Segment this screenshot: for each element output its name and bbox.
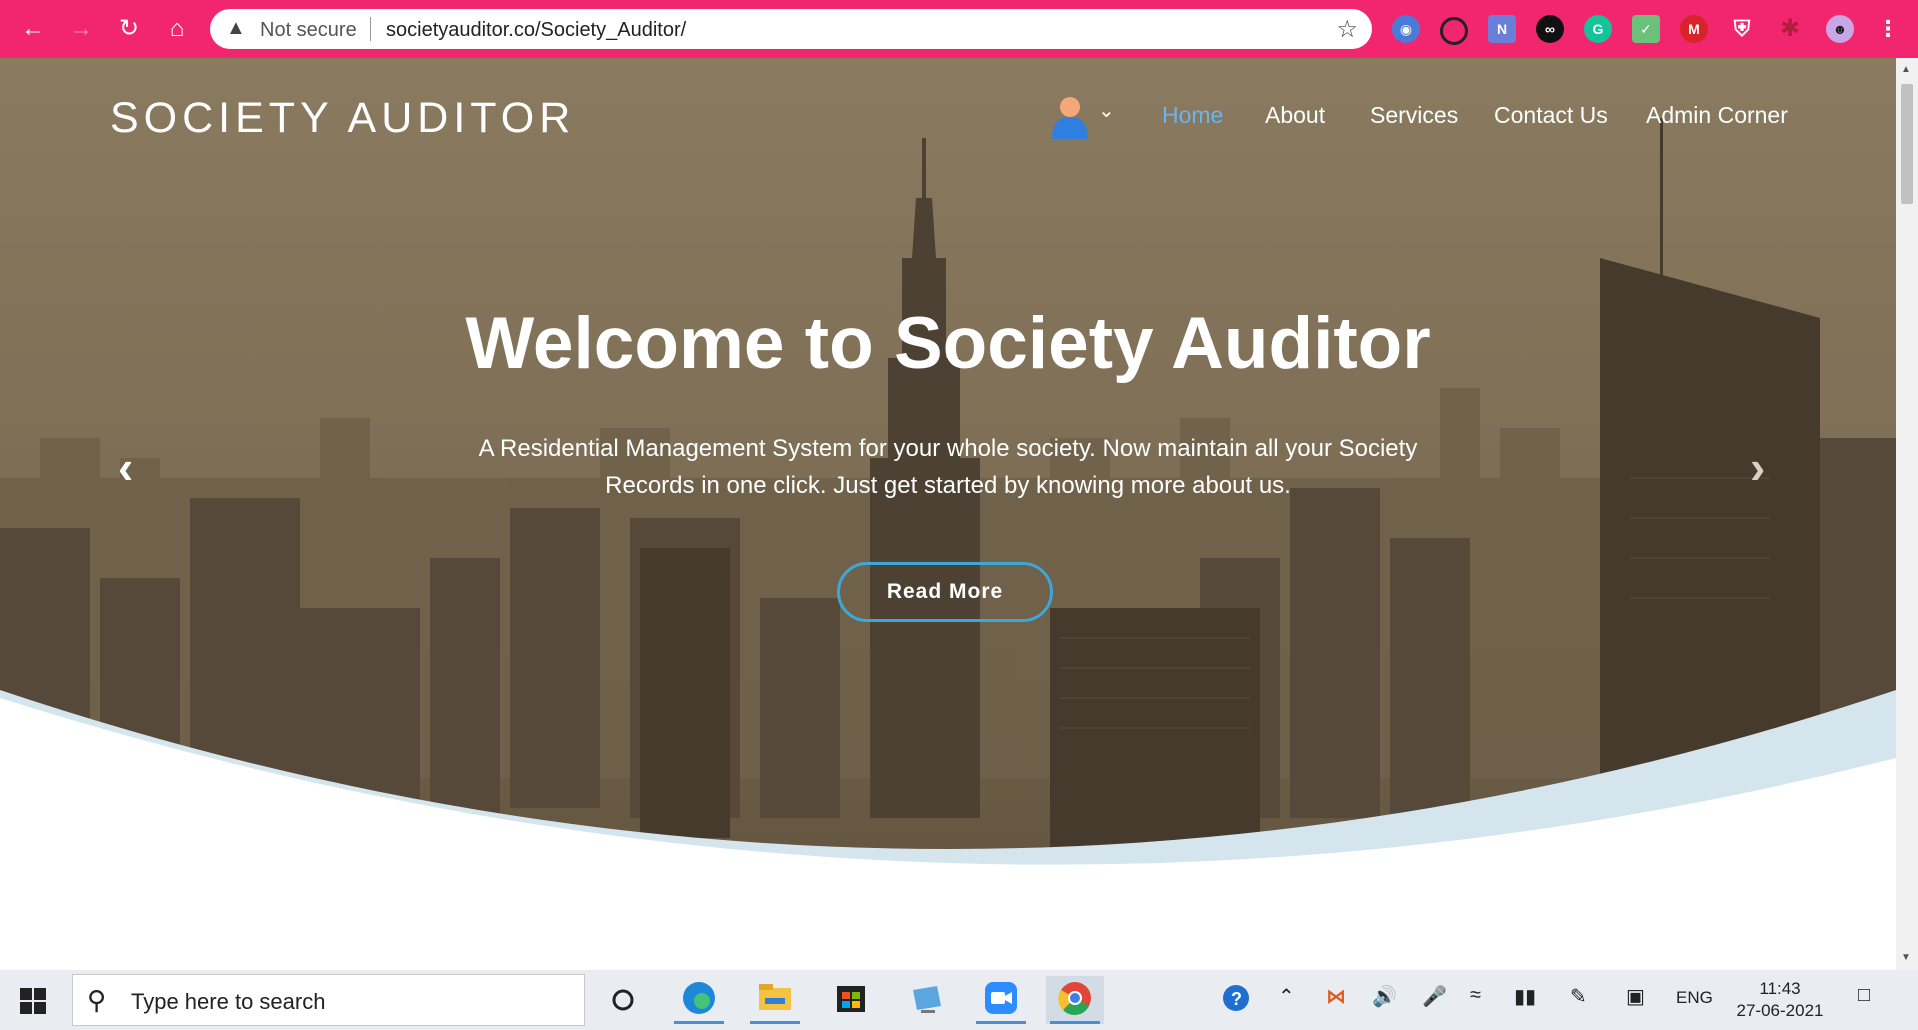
running-indicator (976, 1021, 1026, 1024)
pen-icon[interactable]: ✎ (1570, 984, 1587, 1009)
profile-avatar-icon[interactable]: ☻ (1826, 15, 1854, 43)
grammarly-icon[interactable]: G (1584, 15, 1612, 43)
puzzle-extensions-icon[interactable]: ✱ (1776, 15, 1804, 43)
chrome-menu-icon[interactable]: ⋮ (1874, 15, 1902, 43)
taskbar-search-box[interactable]: ⚲ Type here to search (72, 974, 585, 1026)
help-icon[interactable]: ? (1222, 984, 1254, 1022)
address-bar[interactable]: ▲ Not secure societyauditor.co/Society_A… (210, 9, 1372, 49)
notion-extension-icon[interactable]: N (1488, 15, 1516, 43)
search-icon: ⚲ (87, 985, 107, 1015)
scroll-thumb[interactable] (1901, 84, 1913, 204)
wifi-icon[interactable]: ≈ (1470, 984, 1481, 1007)
home-icon[interactable]: ⌂ (162, 14, 192, 44)
reload-icon[interactable]: ↻ (114, 14, 144, 44)
volume-icon[interactable]: 🔊 (1372, 984, 1397, 1009)
circle-extension-icon[interactable] (1440, 17, 1468, 45)
chrome-browser-icon[interactable] (1046, 976, 1104, 1024)
scroll-down-icon[interactable]: ▼ (1901, 952, 1911, 963)
zoom-app-icon[interactable] (972, 976, 1030, 1024)
battery-icon[interactable]: ▮▮ (1514, 984, 1536, 1009)
hero-subtitle: A Residential Management System for your… (478, 435, 1418, 499)
microphone-icon[interactable]: 🎤 (1422, 984, 1447, 1009)
checklist-extension-icon[interactable]: ✓ (1632, 15, 1660, 43)
nav-admin-corner[interactable]: Admin Corner (1646, 102, 1788, 129)
language-indicator[interactable]: ENG (1676, 988, 1713, 1008)
page-scrollbar[interactable]: ▲ ▼ (1896, 58, 1918, 970)
page-viewport: SOCIETY AUDITOR ⌄ Home About Services Co… (0, 58, 1896, 970)
site-logo[interactable]: SOCIETY AUDITOR (110, 94, 575, 143)
nav-services[interactable]: Services (1370, 102, 1458, 129)
windows-start-icon[interactable] (20, 988, 46, 1019)
address-divider (370, 17, 371, 41)
nav-about[interactable]: About (1265, 102, 1325, 129)
taskbar-search-placeholder[interactable]: Type here to search (131, 989, 325, 1015)
system-clock[interactable]: 11:43 27-06-2021 (1730, 978, 1830, 1022)
camera-extension-icon[interactable]: ◉ (1392, 15, 1420, 43)
running-indicator (674, 1021, 724, 1024)
nav-home[interactable]: Home (1162, 102, 1223, 129)
carousel-next-icon[interactable]: › (1750, 440, 1765, 494)
read-more-button[interactable]: Read More (837, 562, 1053, 622)
user-account-icon[interactable] (1050, 95, 1090, 144)
running-indicator (1050, 1021, 1100, 1024)
edge-browser-icon[interactable] (670, 976, 728, 1024)
m-extension-icon[interactable]: M (1680, 15, 1708, 43)
back-arrow-icon[interactable]: ← (18, 14, 48, 44)
clock-date: 27-06-2021 (1736, 1001, 1824, 1020)
svg-text:?: ? (1231, 989, 1242, 1009)
windows-taskbar: ⚲ Type here to search ? ⌃ ⋈ 🔊 🎤 ≈ ▮▮ ✎ ▣… (0, 970, 1918, 1030)
hero-background (0, 58, 1896, 970)
forward-arrow-icon[interactable]: → (66, 14, 96, 44)
shield-extension-icon[interactable]: ⛨ (1728, 15, 1756, 43)
nav-contact-us[interactable]: Contact Us (1494, 102, 1608, 129)
running-indicator (750, 1021, 800, 1024)
hero-title: Welcome to Society Auditor (465, 303, 1431, 384)
infinity-extension-icon[interactable]: ∞ (1536, 15, 1564, 43)
file-explorer-icon[interactable] (746, 976, 804, 1024)
warning-icon[interactable]: ▲ (226, 17, 246, 40)
task-view-icon[interactable] (594, 976, 652, 1024)
scroll-up-icon[interactable]: ▲ (1901, 64, 1911, 75)
chevron-down-icon[interactable]: ⌄ (1098, 98, 1115, 123)
remote-desktop-icon[interactable] (898, 976, 956, 1024)
clock-time: 11:43 (1759, 979, 1801, 998)
show-hidden-icons-chevron-icon[interactable]: ⌃ (1278, 984, 1295, 1009)
bookmark-star-icon[interactable]: ☆ (1336, 15, 1358, 44)
keyboard-layout-icon[interactable]: ▣ (1626, 984, 1645, 1009)
xampp-tray-icon[interactable]: ⋈ (1326, 984, 1346, 1009)
url-text[interactable]: societyauditor.co/Society_Auditor/ (386, 19, 686, 42)
microsoft-store-icon[interactable] (822, 976, 880, 1024)
security-label[interactable]: Not secure (260, 19, 357, 42)
browser-toolbar: ← → ↻ ⌂ ▲ Not secure societyauditor.co/S… (0, 0, 1918, 58)
carousel-prev-icon[interactable]: ‹ (118, 440, 133, 494)
notifications-icon[interactable]: □ (1858, 984, 1870, 1007)
